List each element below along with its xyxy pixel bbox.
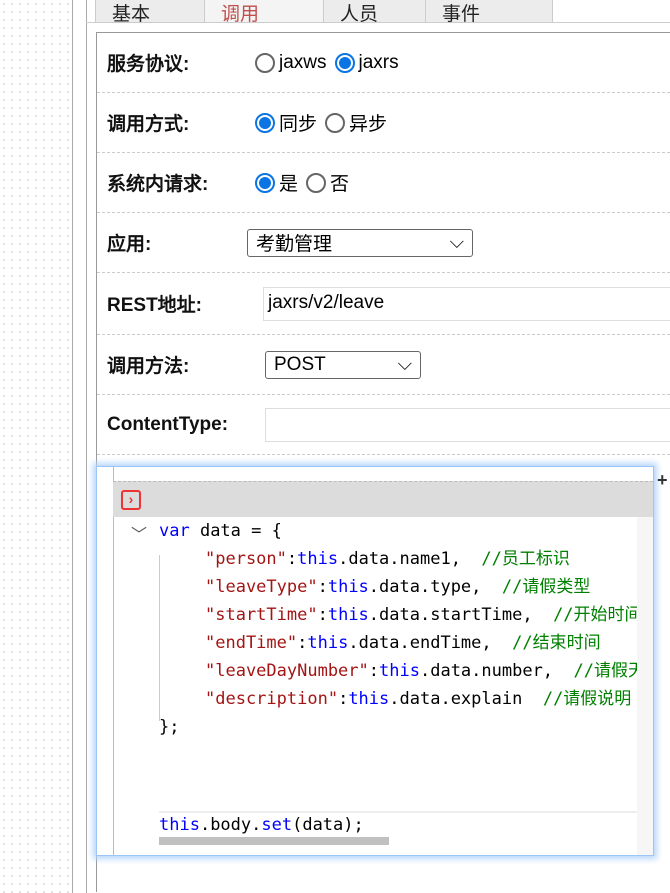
radio-label: 否 — [330, 174, 350, 195]
chevron-down-icon: ⌵ — [397, 353, 412, 375]
call-mode-label: 调用方式: — [107, 114, 190, 135]
rest-row: REST地址: jaxrs/v2/leave — [97, 273, 670, 335]
editor-toolbar: › — [113, 481, 653, 517]
protocol-label: 服务协议: — [107, 54, 190, 75]
tab-divider — [86, 22, 670, 23]
code-line: "leaveDayNumber":this.data.number, //请假天… — [205, 661, 637, 681]
app-label: 应用: — [107, 234, 152, 255]
code-line: var data = { — [159, 521, 282, 541]
canvas-background — [0, 0, 72, 893]
radio-label: 同步 — [279, 114, 318, 135]
tab-invoke[interactable]: 调用 — [204, 0, 329, 25]
method-row: 调用方法: POST ⌵ — [97, 335, 670, 395]
app-row: 应用: 考勤管理 ⌵ — [97, 213, 670, 273]
horizontal-scrollbar[interactable] — [159, 837, 389, 845]
content-type-input[interactable] — [265, 407, 670, 442]
method-value: POST — [274, 353, 326, 375]
code-line: "person":this.data.name1, //员工标识 — [205, 549, 570, 569]
radio-async[interactable]: 异步 — [325, 109, 387, 136]
tab-basic[interactable]: 基本 — [95, 0, 210, 25]
code-line: this.body.set(data); — [159, 815, 364, 835]
rest-address-input[interactable]: jaxrs/v2/leave — [263, 286, 670, 321]
rest-label: REST地址: — [107, 295, 203, 316]
content-type-label: ContentType: — [107, 413, 229, 435]
code-line: "description":this.data.explain //请假说明 — [205, 689, 632, 709]
tab-events[interactable]: 事件 — [425, 0, 553, 25]
content-type-row: ContentType: — [97, 395, 670, 455]
code-area[interactable]: ﹀ var data = { "person":this.data.name1,… — [113, 517, 637, 855]
internal-row: 系统内请求: 是 否 — [97, 153, 670, 213]
divider — [72, 0, 73, 893]
chevron-down-icon: ⌵ — [449, 231, 464, 253]
method-label: 调用方法: — [107, 356, 190, 377]
radio-no[interactable]: 否 — [306, 169, 349, 196]
call-mode-row: 调用方式: 同步 异步 — [97, 93, 670, 153]
code-line: "endTime":this.data.endTime, //结束时间 — [205, 633, 601, 653]
divider — [86, 0, 87, 893]
indent-guide — [159, 555, 160, 721]
run-script-icon[interactable]: › — [121, 490, 141, 510]
method-select[interactable]: POST ⌵ — [265, 350, 421, 379]
radio-label: 是 — [279, 174, 299, 195]
protocol-row: 服务协议: jaxws jaxrs — [97, 33, 670, 93]
add-icon[interactable]: + — [654, 470, 670, 560]
radio-label: jaxrs — [358, 51, 399, 73]
radio-sync[interactable]: 同步 — [255, 109, 317, 136]
chevron-down-icon[interactable]: ﹀ — [131, 521, 147, 545]
minimap[interactable] — [637, 517, 653, 855]
tab-bar: 基本 调用 人员 事件 — [95, 0, 553, 25]
app-select[interactable]: 考勤管理 ⌵ — [247, 228, 473, 257]
code-line: }; — [159, 717, 180, 737]
code-line: "startTime":this.data.startTime, //开始时间 — [205, 605, 637, 625]
internal-label: 系统内请求: — [107, 174, 209, 195]
code-line: "leaveType":this.data.type, //请假类型 — [205, 577, 591, 597]
radio-label: jaxws — [279, 51, 327, 73]
script-editor[interactable]: › ﹀ var data = { "person":this.data.name… — [96, 466, 654, 856]
radio-yes[interactable]: 是 — [255, 169, 298, 196]
tab-people[interactable]: 人员 — [323, 0, 431, 25]
radio-jaxws[interactable]: jaxws — [255, 52, 327, 74]
radio-label: 异步 — [349, 114, 388, 135]
app-value: 考勤管理 — [256, 234, 333, 255]
radio-jaxrs[interactable]: jaxrs — [334, 51, 399, 74]
